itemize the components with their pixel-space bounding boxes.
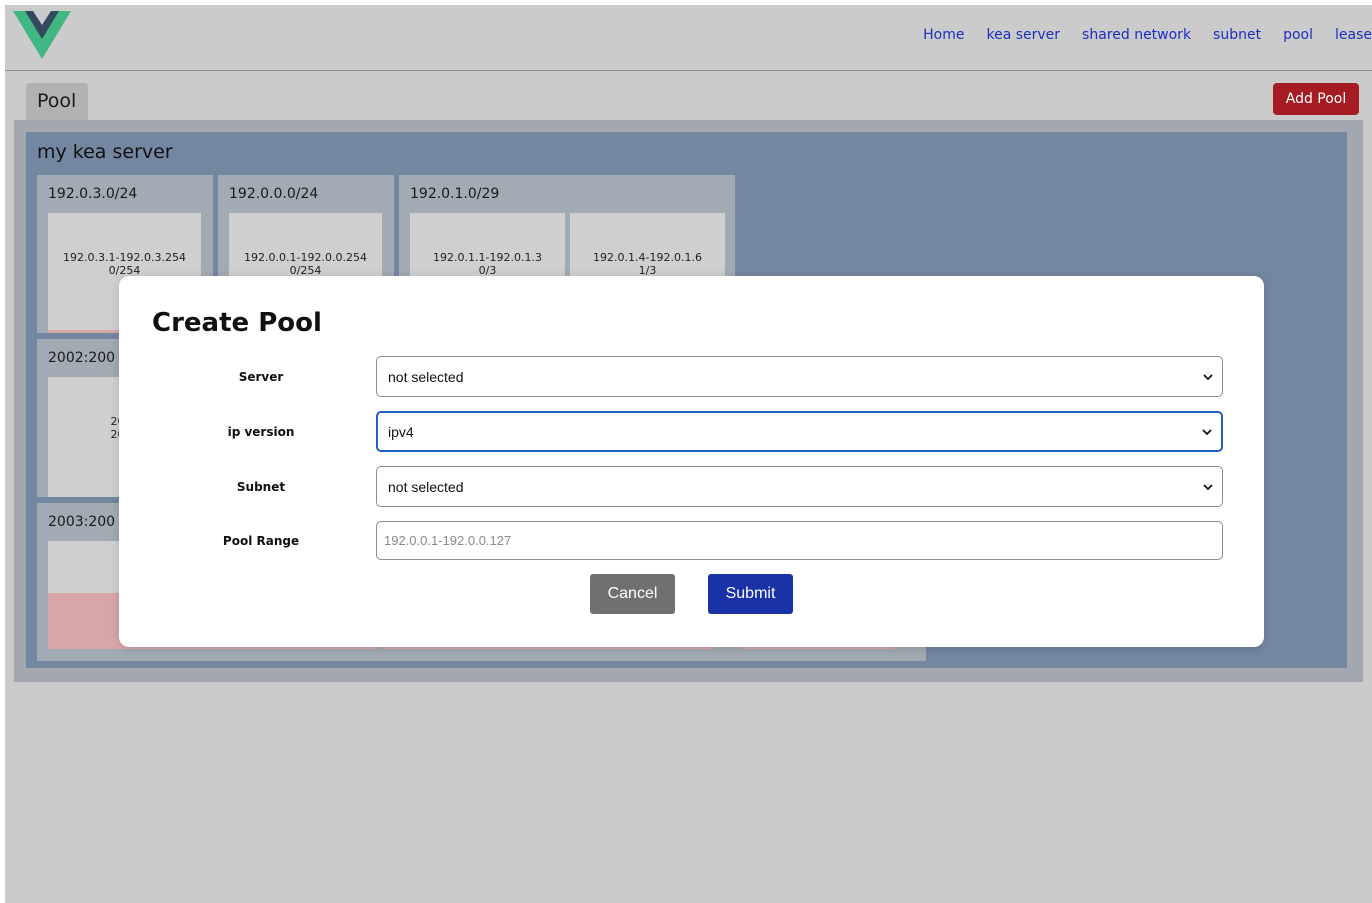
- pool-range-placeholder: 192.0.0.1-192.0.0.127: [384, 533, 512, 548]
- create-pool-dialog: Create Pool Server not selected ip versi…: [119, 276, 1264, 647]
- pool-range-text: 192.0.3.1-192.0.3.254: [63, 251, 186, 264]
- server-name: my kea server: [37, 141, 173, 163]
- subnet-title: 192.0.3.0/24: [48, 186, 138, 202]
- pool-range-text: 192.0.1.4-192.0.1.6: [593, 251, 702, 264]
- subnet-label: Subnet: [236, 480, 286, 494]
- pool-range-input[interactable]: 192.0.0.1-192.0.0.127: [376, 521, 1223, 560]
- dialog-title: Create Pool: [152, 308, 322, 338]
- pool-range-text: 192.0.0.1-192.0.0.254: [244, 251, 367, 264]
- subnet-select-value: not selected: [388, 478, 464, 495]
- chevron-down-icon: [1203, 373, 1213, 380]
- ip-version-select-value: ipv4: [388, 423, 414, 440]
- tab-pool[interactable]: Pool: [26, 83, 88, 120]
- subnet-title: 2002:200: [48, 350, 116, 366]
- nav-shared-network[interactable]: shared network: [1082, 27, 1191, 43]
- main-nav: Home kea server shared network subnet po…: [923, 27, 1372, 43]
- nav-pool[interactable]: pool: [1283, 27, 1313, 43]
- cancel-button[interactable]: Cancel: [590, 574, 675, 614]
- nav-lease[interactable]: lease: [1335, 27, 1372, 43]
- server-label: Server: [238, 370, 284, 384]
- nav-home[interactable]: Home: [923, 27, 964, 43]
- subnet-title: 2003:200: [48, 514, 116, 530]
- nav-subnet[interactable]: subnet: [1213, 27, 1261, 43]
- chevron-down-icon: [1202, 428, 1212, 435]
- nav-kea-server[interactable]: kea server: [986, 27, 1060, 43]
- pool-range-text: 192.0.1.1-192.0.1.3: [433, 251, 542, 264]
- subnet-select[interactable]: not selected: [376, 466, 1223, 507]
- top-header: Home kea server shared network subnet po…: [5, 5, 1372, 71]
- app-root: Home kea server shared network subnet po…: [5, 5, 1372, 903]
- subnet-title: 192.0.1.0/29: [410, 186, 500, 202]
- submit-button[interactable]: Submit: [708, 574, 793, 614]
- chevron-down-icon: [1203, 483, 1213, 490]
- server-select[interactable]: not selected: [376, 356, 1223, 397]
- ip-version-select[interactable]: ipv4: [376, 411, 1223, 452]
- pool-range-label: Pool Range: [222, 534, 300, 548]
- ip-version-label: ip version: [227, 425, 295, 439]
- add-pool-button[interactable]: Add Pool: [1273, 83, 1359, 115]
- server-select-value: not selected: [388, 368, 464, 385]
- vue-logo-icon[interactable]: [13, 11, 71, 59]
- subnet-title: 192.0.0.0/24: [229, 186, 319, 202]
